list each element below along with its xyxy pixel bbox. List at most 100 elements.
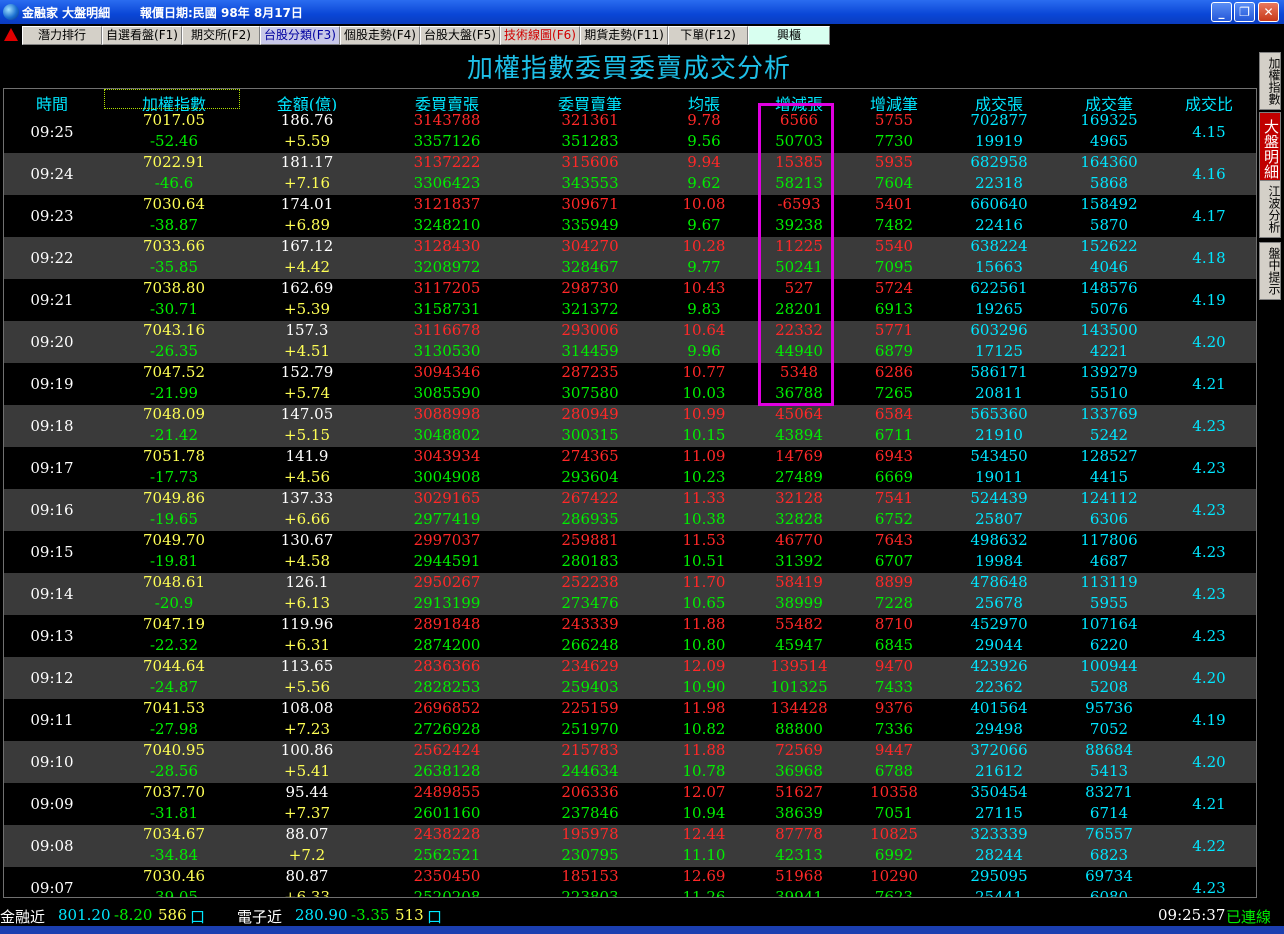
table-row[interactable]: 09:13 7047.19 -22.32 119.96 +6.31 2891848 2874… bbox=[4, 615, 1256, 657]
tab-stock-trend[interactable]: 個股走勢(F4) bbox=[340, 26, 420, 45]
deal-lots-sub-cell: 15663 bbox=[975, 258, 1023, 276]
table-row[interactable]: 09:07 7030.46 -39.05 80.87 +6.33 2350450 25202… bbox=[4, 867, 1256, 897]
side-tab-bar: 加權指數 大盤明細 江波分析 盤中提示 bbox=[1258, 46, 1284, 898]
order-lots-sub-cell: 2913199 bbox=[413, 594, 481, 612]
amount-change-cell: +7.2 bbox=[288, 846, 326, 864]
table-row[interactable]: 09:23 7030.64 -38.87 174.01 +6.89 3121837 3248… bbox=[4, 195, 1256, 237]
tab-order[interactable]: 下單(F12) bbox=[668, 26, 748, 45]
table-row[interactable]: 09:09 7037.70 -31.81 95.44 +7.37 2489855 26011… bbox=[4, 783, 1256, 825]
tab-market-index[interactable]: 台股大盤(F5) bbox=[420, 26, 500, 45]
tab-technical-chart[interactable]: 技術線圖(F6) bbox=[500, 26, 580, 45]
avg-lots-cell: 11.88 bbox=[682, 615, 726, 633]
table-row[interactable]: 09:21 7038.80 -30.71 162.69 +5.39 3117205 3158… bbox=[4, 279, 1256, 321]
up-arrow-icon[interactable] bbox=[4, 28, 18, 41]
tab-potential-ranking[interactable]: 潛力排行 bbox=[22, 26, 102, 45]
avg-lots-sub-cell: 10.65 bbox=[682, 594, 726, 612]
tab-futures-trend[interactable]: 期貨走勢(F11) bbox=[580, 26, 668, 45]
deal-lots-sub-cell: 19011 bbox=[975, 468, 1023, 486]
time-cell: 09:23 bbox=[30, 207, 74, 225]
index-cell: 7038.80 bbox=[142, 279, 206, 297]
deal-count-cell: 76557 bbox=[1085, 825, 1133, 843]
table-row[interactable]: 09:20 7043.16 -26.35 157.3 +4.51 3116678 31305… bbox=[4, 321, 1256, 363]
order-lots-sub-cell: 2944591 bbox=[413, 552, 481, 570]
avg-lots-cell: 12.69 bbox=[682, 867, 726, 885]
table-row[interactable]: 09:11 7041.53 -27.98 108.08 +7.23 2696852 2726… bbox=[4, 699, 1256, 741]
deal-lots-cell: 622561 bbox=[970, 279, 1028, 297]
delta-count-sub-cell: 7730 bbox=[874, 132, 914, 150]
table-row[interactable]: 09:12 7044.64 -24.87 113.65 +5.56 2836366 2828… bbox=[4, 657, 1256, 699]
table-row[interactable]: 09:15 7049.70 -19.81 130.67 +4.58 2997037 2944… bbox=[4, 531, 1256, 573]
amount-change-cell: +5.41 bbox=[284, 762, 330, 780]
deal-lots-sub-cell: 29498 bbox=[975, 720, 1023, 738]
order-lots-cell: 2438228 bbox=[413, 825, 481, 843]
avg-lots-sub-cell: 10.15 bbox=[682, 426, 726, 444]
minimize-button[interactable]: _ bbox=[1211, 2, 1232, 22]
taskbar-strip bbox=[0, 926, 1284, 934]
index-cell: 7048.61 bbox=[142, 573, 206, 591]
fin-label: 金融近 bbox=[0, 908, 46, 926]
delta-count-cell: 6286 bbox=[874, 363, 914, 381]
delta-lots-sub-cell: 38639 bbox=[775, 804, 823, 822]
table-row[interactable]: 09:24 7022.91 -46.6 181.17 +7.16 3137222 33064… bbox=[4, 153, 1256, 195]
avg-lots-cell: 9.78 bbox=[687, 111, 721, 129]
index-cell: 7022.91 bbox=[142, 153, 206, 171]
delta-count-cell: 9376 bbox=[874, 699, 914, 717]
table-row[interactable]: 09:14 7048.61 -20.9 126.1 +6.13 2950267 291319… bbox=[4, 573, 1256, 615]
tab-watchlist[interactable]: 自選看盤(F1) bbox=[102, 26, 182, 45]
maximize-button[interactable]: ❐ bbox=[1234, 2, 1255, 22]
function-toolbar: 潛力排行 自選看盤(F1) 期交所(F2) 台股分類(F3) 個股走勢(F4) … bbox=[0, 24, 1284, 46]
delta-count-cell: 8710 bbox=[874, 615, 914, 633]
deal-count-sub-cell: 4687 bbox=[1089, 552, 1129, 570]
side-tab-wave-analysis[interactable]: 江波分析 bbox=[1259, 180, 1281, 238]
tab-stock-category[interactable]: 台股分類(F3) bbox=[260, 26, 340, 45]
table-row[interactable]: 09:25 7017.05 -52.46 186.76 +5.59 3143788 3357… bbox=[4, 111, 1256, 153]
index-change-cell: -52.46 bbox=[149, 132, 198, 150]
time-cell: 09:24 bbox=[30, 165, 74, 183]
data-grid[interactable]: 時間 加權指數 金額(億) 委買賣張 委買賣筆 均張 增減張 增減筆 成交張 成交筆 成交比 09:… bbox=[3, 88, 1257, 898]
tab-futures-exchange[interactable]: 期交所(F2) bbox=[182, 26, 260, 45]
deal-ratio-cell: 4.19 bbox=[1192, 291, 1226, 309]
tab-emerging[interactable]: 興櫃 bbox=[748, 26, 830, 45]
amount-cell: 181.17 bbox=[280, 153, 334, 171]
avg-lots-cell: 11.09 bbox=[682, 447, 726, 465]
side-tab-weighted-index[interactable]: 加權指數 bbox=[1259, 52, 1281, 110]
deal-count-sub-cell: 5955 bbox=[1089, 594, 1129, 612]
index-cell: 7044.64 bbox=[142, 657, 206, 675]
order-count-cell: 274365 bbox=[561, 447, 619, 465]
order-count-cell: 287235 bbox=[561, 363, 619, 381]
table-row[interactable]: 09:17 7051.78 -17.73 141.9 +4.56 3043934 30049… bbox=[4, 447, 1256, 489]
deal-count-sub-cell: 6220 bbox=[1089, 636, 1129, 654]
close-button[interactable]: ✕ bbox=[1258, 2, 1279, 22]
table-row[interactable]: 09:08 7034.67 -34.84 88.07 +7.2 2438228 256252… bbox=[4, 825, 1256, 867]
index-cell: 7049.70 bbox=[142, 531, 206, 549]
order-count-cell: 215783 bbox=[561, 741, 619, 759]
delta-count-sub-cell: 6707 bbox=[874, 552, 914, 570]
delta-count-sub-cell: 6711 bbox=[874, 426, 914, 444]
amount-cell: 186.76 bbox=[280, 111, 334, 129]
index-change-cell: -27.98 bbox=[149, 720, 198, 738]
avg-lots-cell: 11.70 bbox=[682, 573, 726, 591]
side-tab-intraday-alert[interactable]: 盤中提示 bbox=[1259, 242, 1281, 300]
table-row[interactable]: 09:22 7033.66 -35.85 167.12 +4.42 3128430 3208… bbox=[4, 237, 1256, 279]
quote-date: 報價日期:民國 98年 8月17日 bbox=[140, 6, 303, 20]
order-count-sub-cell: 273476 bbox=[561, 594, 619, 612]
deal-lots-cell: 372066 bbox=[970, 741, 1028, 759]
deal-lots-sub-cell: 28244 bbox=[975, 846, 1023, 864]
index-change-cell: -46.6 bbox=[154, 174, 194, 192]
deal-lots-cell: 702877 bbox=[970, 111, 1028, 129]
delta-lots-cell: 46770 bbox=[775, 531, 823, 549]
avg-lots-sub-cell: 9.77 bbox=[687, 258, 721, 276]
table-row[interactable]: 09:18 7048.09 -21.42 147.05 +5.15 3088998 3048… bbox=[4, 405, 1256, 447]
avg-lots-cell: 10.43 bbox=[682, 279, 726, 297]
table-row[interactable]: 09:16 7049.86 -19.65 137.33 +6.66 3029165 2977… bbox=[4, 489, 1256, 531]
side-tab-market-detail[interactable]: 大盤明細 bbox=[1259, 112, 1281, 186]
deal-count-sub-cell: 5868 bbox=[1089, 174, 1129, 192]
deal-count-cell: 117806 bbox=[1080, 531, 1138, 549]
table-row[interactable]: 09:10 7040.95 -28.56 100.86 +5.41 2562424 2638… bbox=[4, 741, 1256, 783]
time-cell: 09:11 bbox=[30, 711, 74, 729]
order-count-sub-cell: 244634 bbox=[561, 762, 619, 780]
amount-change-cell: +5.56 bbox=[284, 678, 330, 696]
amount-change-cell: +5.59 bbox=[284, 132, 330, 150]
delta-count-sub-cell: 6992 bbox=[874, 846, 914, 864]
table-row[interactable]: 09:19 7047.52 -21.99 152.79 +5.74 3094346 3085… bbox=[4, 363, 1256, 405]
